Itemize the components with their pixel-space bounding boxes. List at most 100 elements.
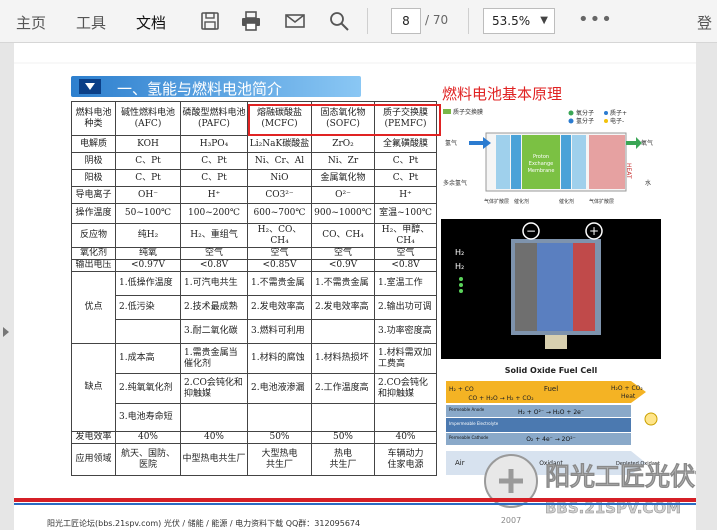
table-cell: Ni、Zr xyxy=(311,152,375,170)
table-cell: 2.发电效率高 xyxy=(311,295,375,320)
table-row: 发电效率 40% 40% 50% 50% 40% xyxy=(71,431,437,444)
menu-tools[interactable]: 工具 xyxy=(76,12,106,33)
toolbar: 主页 工具 文档 8 / 70 53.5% ▼ ••• 登 xyxy=(0,0,717,43)
sofc-air: Air xyxy=(455,459,465,467)
table-row: 优点 1.低操作温度 1.可汽电共生 1.不需贵金属 1.不需贵金属 1.室温工作 xyxy=(71,271,437,344)
triangle-icon xyxy=(79,79,101,94)
table-cell: 空气 xyxy=(374,247,437,260)
header-text: 燃料电池 xyxy=(75,107,112,118)
label-oxygen: 氧气 xyxy=(641,139,653,147)
chevron-down-icon: ▼ xyxy=(540,15,548,26)
table-row: 2.低污染 2.技术最成熟 2.发电效率高 2.发电效率高 2.输出功可调 xyxy=(72,295,437,320)
table-row: 缺点 1.成本高 1.需贵金属当催化剂 1.材料的腐蚀 1.材料热损坏 1.材料需双加工费… xyxy=(71,343,437,432)
table-cell: 1.需贵金属当催化剂 xyxy=(180,343,248,374)
table-cell: CO3²⁻ xyxy=(247,186,312,204)
table-cell: 50% xyxy=(247,431,312,444)
table-cell: 50% xyxy=(311,431,375,444)
table-cell: 空气 xyxy=(247,247,312,260)
legend-oxygen: 氧分子 xyxy=(576,109,594,117)
legend-electron: 电子- xyxy=(610,117,624,125)
cell-text: 航天、国防、 xyxy=(120,448,175,459)
table-cell: 大型热电 共生厂 xyxy=(247,443,312,476)
toolbar-separator xyxy=(468,8,469,34)
label-water: 水 xyxy=(645,179,651,187)
cell-text: 中型热电共生厂 xyxy=(182,454,246,464)
table-row: 输出电压 <0.97V <0.8V <0.85V <0.9V <0.8V xyxy=(71,259,437,272)
print-icon[interactable] xyxy=(240,10,262,32)
table-cell: 50~100℃ xyxy=(115,203,181,224)
logo-text: 阳光工匠光伏论坛 xyxy=(545,462,696,491)
table-cell: 纯氧 xyxy=(115,247,181,260)
zoom-value: 53.5% xyxy=(492,14,531,28)
table-cell xyxy=(115,319,181,344)
row-label: 氧化剂 xyxy=(71,247,116,260)
expand-panel-icon[interactable] xyxy=(3,327,9,337)
table-cell: 1.可汽电共生 xyxy=(180,271,248,296)
cell-text: 热电 xyxy=(333,448,352,459)
row-label: 导电离子 xyxy=(71,186,116,204)
table-cell xyxy=(374,403,437,432)
table-cell: 中型热电共生厂 xyxy=(180,443,248,476)
electrolysis-cell-image: − + H₂ H₂ xyxy=(441,219,661,359)
zoom-select[interactable]: 53.5% ▼ xyxy=(483,8,555,34)
mail-icon[interactable] xyxy=(284,10,306,32)
label-catalyst-right: 催化剂 xyxy=(559,198,574,205)
table-row: 阴极 C、Pt C、Pt Ni、Cr、Al Ni、Zr C、Pt xyxy=(71,152,437,170)
login-button[interactable]: 登 xyxy=(697,12,712,33)
header-text: 碱性燃料电池 xyxy=(120,107,175,118)
sofc-fuel: Fuel xyxy=(544,385,558,393)
sofc-title: Solid Oxide Fuel Cell xyxy=(505,366,598,375)
table-cell: 室温~100℃ xyxy=(374,203,437,224)
h2-label-2: H₂ xyxy=(455,262,464,271)
table-cell: 2.纯氧氧化剂 xyxy=(115,373,181,404)
left-rail xyxy=(0,43,14,530)
table-cell: 1.不需贵金属 xyxy=(247,271,312,296)
side-title: 燃料电池基本原理 xyxy=(442,85,563,103)
table-cell: KOH xyxy=(115,135,181,153)
row-label: 优点 xyxy=(71,271,116,344)
table-cell xyxy=(247,403,312,432)
table-cell: C、Pt xyxy=(180,169,248,187)
table-cell: C、Pt xyxy=(115,169,181,187)
plus-terminal: + xyxy=(589,224,599,238)
row-label: 输出电压 xyxy=(71,259,116,272)
sofc-reaction-top: CO + H₂O → H₂ + CO₂ xyxy=(468,395,534,402)
toolbar-separator xyxy=(367,8,368,34)
logo-year: 2007 xyxy=(501,516,521,525)
layer-electrolyte: Impermeable Electrolyte xyxy=(449,421,499,426)
page-number-input[interactable]: 8 xyxy=(391,8,421,34)
table-cell: OH⁻ xyxy=(115,186,181,204)
table-cell: H⁺ xyxy=(374,186,437,204)
table-cell: 40% xyxy=(115,431,181,444)
table-row: 3.耐二氧化碳 3.燃料可利用 3.功率密度高 xyxy=(72,319,437,344)
search-icon[interactable] xyxy=(328,10,350,32)
table-row: 应用领域 航天、国防、 医院 中型热电共生厂 大型热电 共生厂 热电 共生厂 车辆动力 住家电源 xyxy=(71,443,437,476)
table-cell xyxy=(311,403,375,432)
table-cell: 100~200℃ xyxy=(180,203,248,224)
table-cell: 纯H₂ xyxy=(115,223,181,248)
row-label: 电解质 xyxy=(71,135,116,153)
footer-text: 阳光工匠论坛(bbs.21spv.com) 光伏 / 储能 / 能源 / 电力资… xyxy=(47,519,361,528)
label-hydrogen-in: 氢气 xyxy=(445,139,457,147)
table-row: 3.电池寿命短 xyxy=(72,403,437,432)
table-cell: Li₂NaK碳酸盐 xyxy=(247,135,312,153)
table-cell: 40% xyxy=(374,431,437,444)
table-row: 阳极 C、Pt C、Pt NiO 金属氧化物 C、Pt xyxy=(71,169,437,187)
membrane-text-3: Membrane xyxy=(528,168,555,174)
row-label: 操作温度 xyxy=(71,203,116,224)
menu-document[interactable]: 文档 xyxy=(136,12,166,33)
fuel-cell-comparison-table: 燃料电池 种类 碱性燃料电池 (AFC) 磷酸型燃料电池 (PAFC) 熔融碳酸盐 (MCFC… xyxy=(71,101,437,476)
save-icon[interactable] xyxy=(199,10,221,32)
table-cell: H₂、重组气 xyxy=(180,223,248,248)
legend-proton: 质子+ xyxy=(610,109,627,117)
label-gdl-right: 气体扩散层 xyxy=(589,198,614,205)
table-cell: ZrO₂ xyxy=(311,135,375,153)
menu-home[interactable]: 主页 xyxy=(16,12,46,33)
table-row: 电解质 KOH H₃PO₄ Li₂NaK碳酸盐 ZrO₂ 全氟磺酸膜 xyxy=(71,135,437,153)
scrollbar[interactable] xyxy=(696,43,717,530)
table-cell: 2.低污染 xyxy=(115,295,181,320)
table-cell: 1.室温工作 xyxy=(374,271,437,296)
table-cell: 3.燃料可利用 xyxy=(247,319,312,344)
more-icon[interactable]: ••• xyxy=(578,9,613,30)
table-cell: 2.电池液渗漏 xyxy=(247,373,312,404)
